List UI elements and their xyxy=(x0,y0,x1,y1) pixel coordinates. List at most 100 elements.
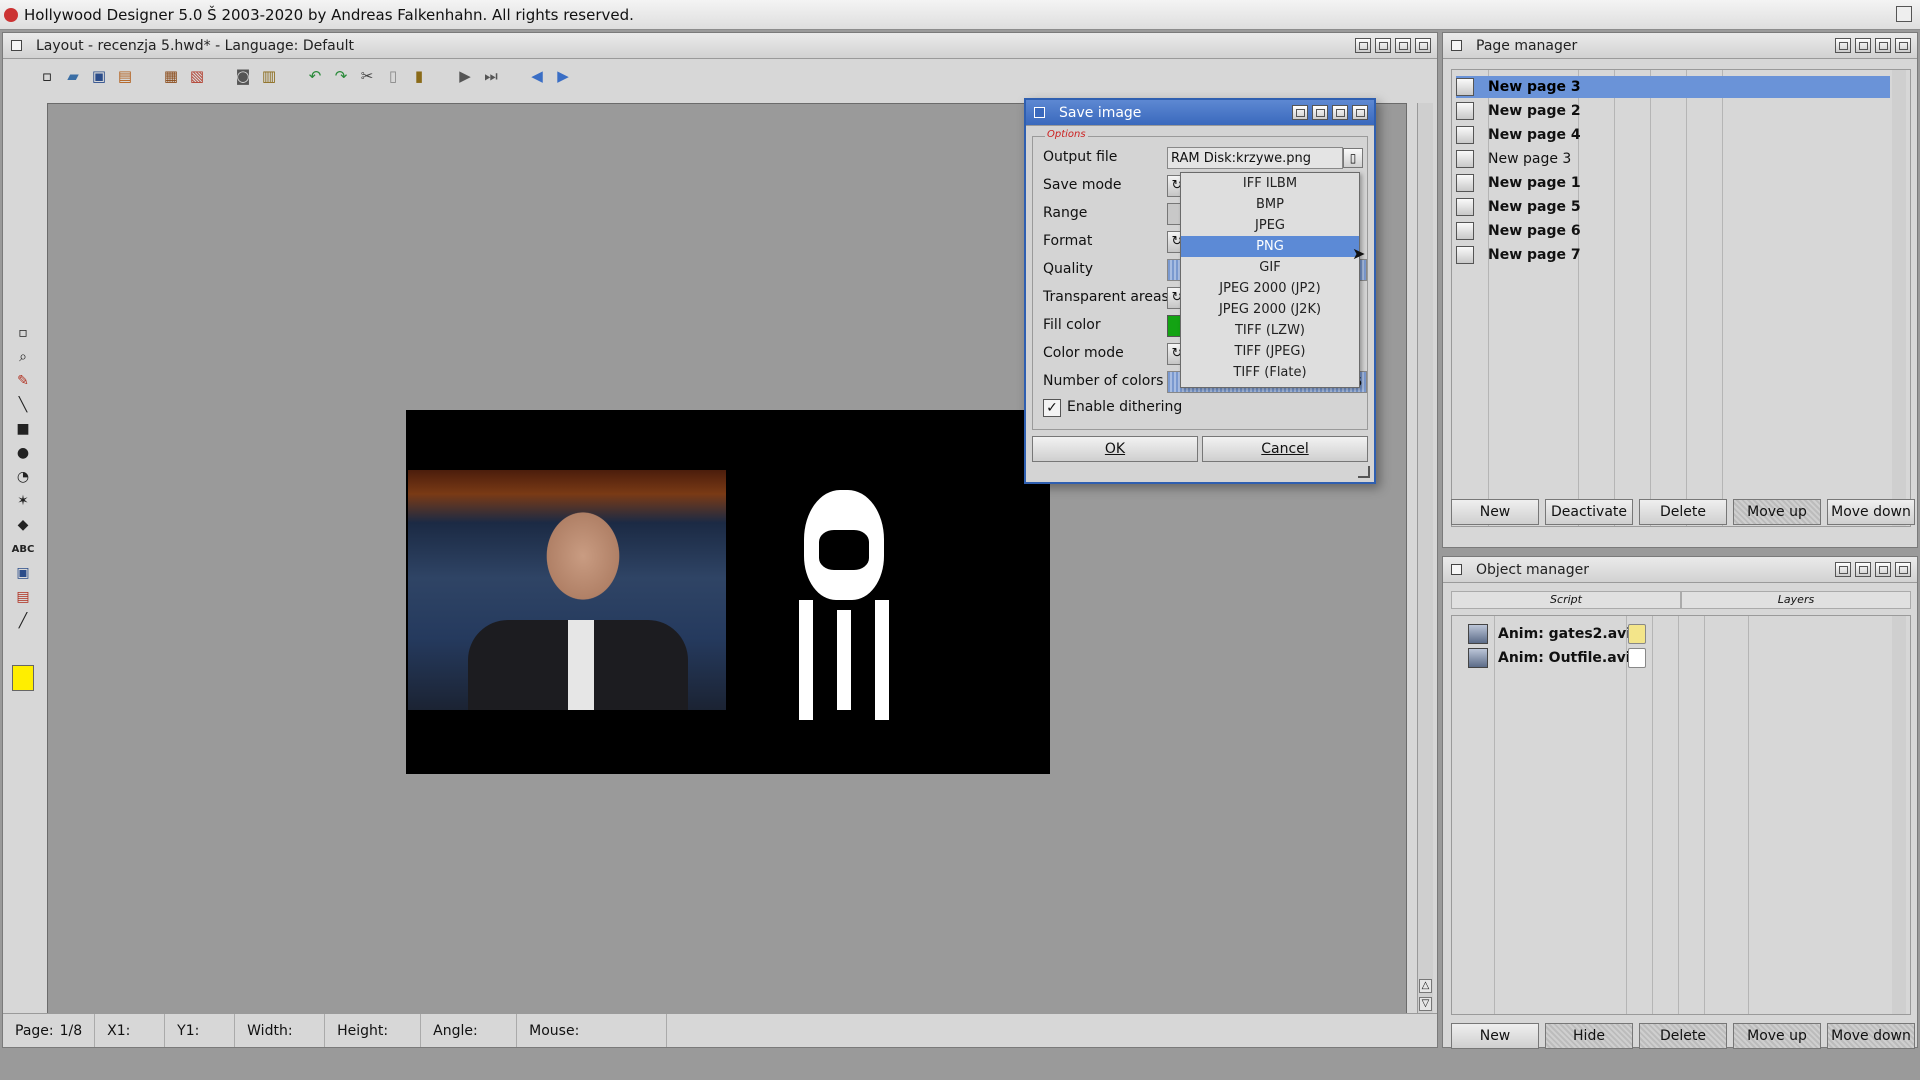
layout-vertical-scrollbar[interactable]: △ ▽ xyxy=(1417,103,1433,1015)
move-down-page-button[interactable]: Move down xyxy=(1827,499,1915,525)
page-list-item[interactable]: New page 6 xyxy=(1456,220,1890,242)
move-up-object-button[interactable]: Move up xyxy=(1733,1023,1821,1049)
anim-outfile-frame[interactable] xyxy=(764,490,924,720)
page-list-item[interactable]: New page 5 xyxy=(1456,196,1890,218)
depth-icon[interactable] xyxy=(1352,105,1368,120)
redo-icon[interactable]: ↷ xyxy=(331,66,351,86)
cancel-button[interactable]: Cancel xyxy=(1202,436,1368,462)
undo-icon[interactable]: ↶ xyxy=(305,66,325,86)
depth-icon[interactable] xyxy=(1895,38,1911,53)
format-option[interactable]: TIFF (LZW) xyxy=(1181,320,1359,341)
copy-icon[interactable]: ▯ xyxy=(383,66,403,86)
tab-script[interactable]: Script xyxy=(1451,591,1681,609)
format-option[interactable]: TIFF (Flate) xyxy=(1181,362,1359,383)
maximize-icon[interactable] xyxy=(1332,105,1348,120)
move-up-page-button[interactable]: Move up xyxy=(1733,499,1821,525)
format-option[interactable]: BMP xyxy=(1181,194,1359,215)
save-dialog-titlebar[interactable]: Save image xyxy=(1026,100,1374,126)
scroll-down-icon[interactable]: ▽ xyxy=(1419,997,1432,1011)
format-option[interactable]: IFF ILBM xyxy=(1181,173,1359,194)
format-option[interactable]: JPEG xyxy=(1181,215,1359,236)
cut-icon[interactable]: ✂ xyxy=(357,66,377,86)
format-option-selected[interactable]: PNG xyxy=(1181,236,1359,257)
text-icon[interactable]: ABC xyxy=(12,539,35,559)
polygon-icon[interactable]: ◆ xyxy=(13,515,33,535)
page-list[interactable]: New page 3 New page 2 New page 4 New pag… xyxy=(1451,69,1911,527)
object-list-scrollbar[interactable] xyxy=(1892,616,1906,1014)
image-icon[interactable]: ▣ xyxy=(13,563,33,583)
iconify-icon[interactable] xyxy=(1292,105,1308,120)
page-list-item[interactable]: New page 7 xyxy=(1456,244,1890,266)
camera-icon[interactable]: ◙ xyxy=(233,66,253,86)
new-icon[interactable]: ▫ xyxy=(37,66,57,86)
anim-icon[interactable]: ▤ xyxy=(13,587,33,607)
format-option[interactable]: TIFF (JPEG) xyxy=(1181,341,1359,362)
page-list-scrollbar[interactable] xyxy=(1892,70,1906,526)
maximize-icon[interactable] xyxy=(1875,562,1891,577)
object-list[interactable]: Anim: gates2.avi Anim: Outfile.avi xyxy=(1451,615,1911,1015)
line-icon[interactable]: ╲ xyxy=(13,395,33,415)
iconify-icon[interactable] xyxy=(1835,562,1851,577)
format-dropdown-list[interactable]: IFF ILBM BMP JPEG PNG GIF JPEG 2000 (JP2… xyxy=(1180,172,1360,388)
page-list-item[interactable]: New page 2 xyxy=(1456,100,1890,122)
close-icon[interactable] xyxy=(11,40,22,51)
new-page-button[interactable]: New xyxy=(1451,499,1539,525)
page-list-item[interactable]: New page 3 xyxy=(1456,76,1890,98)
depth-icon[interactable] xyxy=(1895,562,1911,577)
layout-titlebar[interactable]: Layout - recenzja 5.hwd* - Language: Def… xyxy=(3,33,1437,59)
iconify-icon[interactable] xyxy=(1835,38,1851,53)
step-icon[interactable]: ⏭ xyxy=(481,66,501,86)
page-list-item[interactable]: New page 4 xyxy=(1456,124,1890,146)
iconify-icon[interactable] xyxy=(1355,38,1371,53)
maximize-icon[interactable] xyxy=(1875,38,1891,53)
current-color-swatch[interactable] xyxy=(12,665,34,691)
object-manager-titlebar[interactable]: Object manager xyxy=(1443,557,1917,583)
effects-icon[interactable] xyxy=(1628,624,1646,644)
resize-grip-icon[interactable] xyxy=(1358,466,1370,478)
page-manager-titlebar[interactable]: Page manager xyxy=(1443,33,1917,59)
pipette-icon[interactable]: ╱ xyxy=(13,611,33,631)
circle-icon[interactable]: ● xyxy=(13,443,33,463)
rectangle-icon[interactable]: ■ xyxy=(13,419,33,439)
zoom-window-icon[interactable] xyxy=(1855,562,1871,577)
scroll-up-icon[interactable]: △ xyxy=(1419,979,1432,993)
zoom-window-icon[interactable] xyxy=(1375,38,1391,53)
anim-gates2-frame[interactable] xyxy=(408,470,726,710)
layers-icon[interactable]: ▦ xyxy=(161,66,181,86)
clipboard-icon[interactable]: ▥ xyxy=(259,66,279,86)
page-list-item[interactable]: New page 3 xyxy=(1456,148,1890,170)
page-list-item[interactable]: New page 1 xyxy=(1456,172,1890,194)
file-requester-icon[interactable]: ▯ xyxy=(1343,148,1363,168)
open-icon[interactable]: ▰ xyxy=(63,66,83,86)
zoom-window-icon[interactable] xyxy=(1312,105,1328,120)
zoom-window-icon[interactable] xyxy=(1855,38,1871,53)
close-icon[interactable] xyxy=(1451,564,1462,575)
delete-object-button[interactable]: Delete xyxy=(1639,1023,1727,1049)
object-list-item[interactable]: Anim: Outfile.avi xyxy=(1468,646,1646,670)
hide-object-button[interactable]: Hide xyxy=(1545,1023,1633,1049)
depth-icon[interactable] xyxy=(1415,38,1431,53)
import-icon[interactable]: ▧ xyxy=(187,66,207,86)
format-option[interactable]: JPEG 2000 (J2K) xyxy=(1181,299,1359,320)
object-list-item[interactable]: Anim: gates2.avi xyxy=(1468,622,1646,646)
enable-dithering-checkbox[interactable]: ✓ xyxy=(1043,399,1061,417)
page-preview[interactable] xyxy=(406,410,1050,774)
play-icon[interactable]: ▶ xyxy=(455,66,475,86)
format-option[interactable]: GIF xyxy=(1181,257,1359,278)
brush-icon[interactable]: ✎ xyxy=(13,371,33,391)
tab-layers[interactable]: Layers xyxy=(1681,591,1911,609)
move-down-object-button[interactable]: Move down xyxy=(1827,1023,1915,1049)
ok-button[interactable]: OK xyxy=(1032,436,1198,462)
page-icon[interactable]: ▫ xyxy=(13,323,33,343)
save-icon[interactable]: ▣ xyxy=(89,66,109,86)
format-option[interactable]: JPEG 2000 (JP2) xyxy=(1181,278,1359,299)
close-icon[interactable] xyxy=(1034,107,1045,118)
arc-icon[interactable]: ◔ xyxy=(13,467,33,487)
delete-page-button[interactable]: Delete xyxy=(1639,499,1727,525)
new-object-button[interactable]: New xyxy=(1451,1023,1539,1049)
next-page-icon[interactable]: ▶ xyxy=(553,66,573,86)
maximize-icon[interactable] xyxy=(1395,38,1411,53)
paste-icon[interactable]: ▮ xyxy=(409,66,429,86)
export-icon[interactable]: ▤ xyxy=(115,66,135,86)
star-icon[interactable]: ✶ xyxy=(13,491,33,511)
